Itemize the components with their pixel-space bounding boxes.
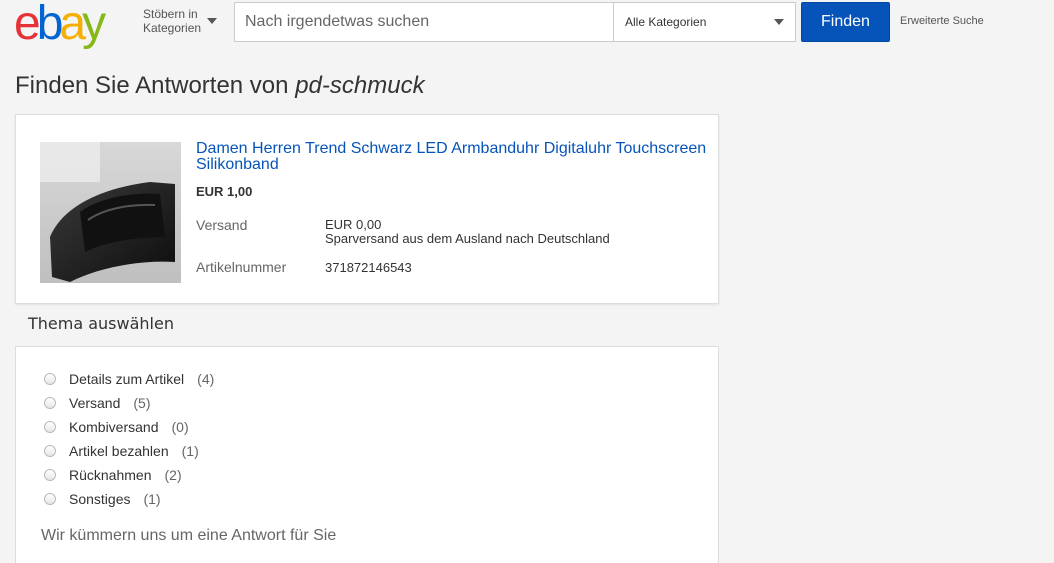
topic-returns[interactable]: Rücknahmen (2) [44, 467, 182, 483]
shipping-description: Sparversand aus dem Ausland nach Deutsch… [325, 231, 610, 246]
help-text: Wir kümmern uns um eine Antwort für Sie [41, 527, 337, 544]
topic-label: Rücknahmen [69, 467, 152, 483]
radio-button[interactable] [44, 445, 56, 457]
shipping-cost: EUR 0,00 [325, 217, 382, 232]
shipping-value: EUR 0,00 Sparversand aus dem Ausland nac… [325, 218, 610, 246]
advanced-search-link[interactable]: Erweiterte Suche [900, 15, 984, 27]
radio-button[interactable] [44, 421, 56, 433]
watch-image-icon [40, 142, 181, 283]
topics-card: Details zum Artikel (4) Versand (5) Komb… [15, 346, 719, 563]
browse-categories-button[interactable]: Stöbern in Kategorien [143, 7, 223, 35]
topic-count: (1) [143, 491, 161, 507]
topic-details[interactable]: Details zum Artikel (4) [44, 371, 214, 387]
search-input[interactable] [234, 2, 614, 42]
category-selected-value: Alle Kategorien [625, 15, 707, 29]
browse-label-line2: Kategorien [143, 21, 202, 35]
topic-label: Artikel bezahlen [69, 443, 169, 459]
ebay-logo[interactable]: ebay [14, 0, 134, 48]
item-title-link[interactable]: Damen Herren Trend Schwarz LED Armbanduh… [196, 141, 716, 173]
radio-button[interactable] [44, 397, 56, 409]
page-title: Finden Sie Antworten von pd-schmuck [15, 72, 425, 100]
radio-button[interactable] [44, 469, 56, 481]
radio-button[interactable] [44, 373, 56, 385]
topic-heading: Thema auswählen [28, 314, 174, 333]
page-title-prefix: Finden Sie Antworten von [15, 72, 289, 99]
item-image[interactable] [40, 142, 181, 283]
item-number-value: 371872146543 [325, 260, 412, 275]
chevron-down-icon [207, 18, 218, 24]
seller-name: pd-schmuck [295, 72, 425, 99]
topic-payment[interactable]: Artikel bezahlen (1) [44, 443, 199, 459]
category-select[interactable]: Alle Kategorien [613, 2, 796, 42]
topic-label: Sonstiges [69, 491, 131, 507]
topic-combined-shipping[interactable]: Kombiversand (0) [44, 419, 189, 435]
topic-count: (4) [197, 371, 215, 387]
topic-count: (5) [133, 395, 151, 411]
item-card: Damen Herren Trend Schwarz LED Armbanduh… [15, 114, 719, 304]
topic-shipping[interactable]: Versand (5) [44, 395, 151, 411]
find-button[interactable]: Finden [801, 2, 890, 42]
browse-label-line1: Stöbern in [143, 7, 198, 21]
item-price: EUR 1,00 [196, 184, 253, 199]
topic-label: Details zum Artikel [69, 371, 185, 387]
chevron-down-icon [774, 19, 784, 25]
topic-count: (2) [164, 467, 182, 483]
item-number-label: Artikelnummer [196, 259, 287, 275]
shipping-label: Versand [196, 217, 248, 233]
topic-count: (0) [171, 419, 189, 435]
topic-label: Kombiversand [69, 419, 159, 435]
topic-count: (1) [181, 443, 199, 459]
radio-button[interactable] [44, 493, 56, 505]
topic-label: Versand [69, 395, 121, 411]
topic-other[interactable]: Sonstiges (1) [44, 491, 161, 507]
